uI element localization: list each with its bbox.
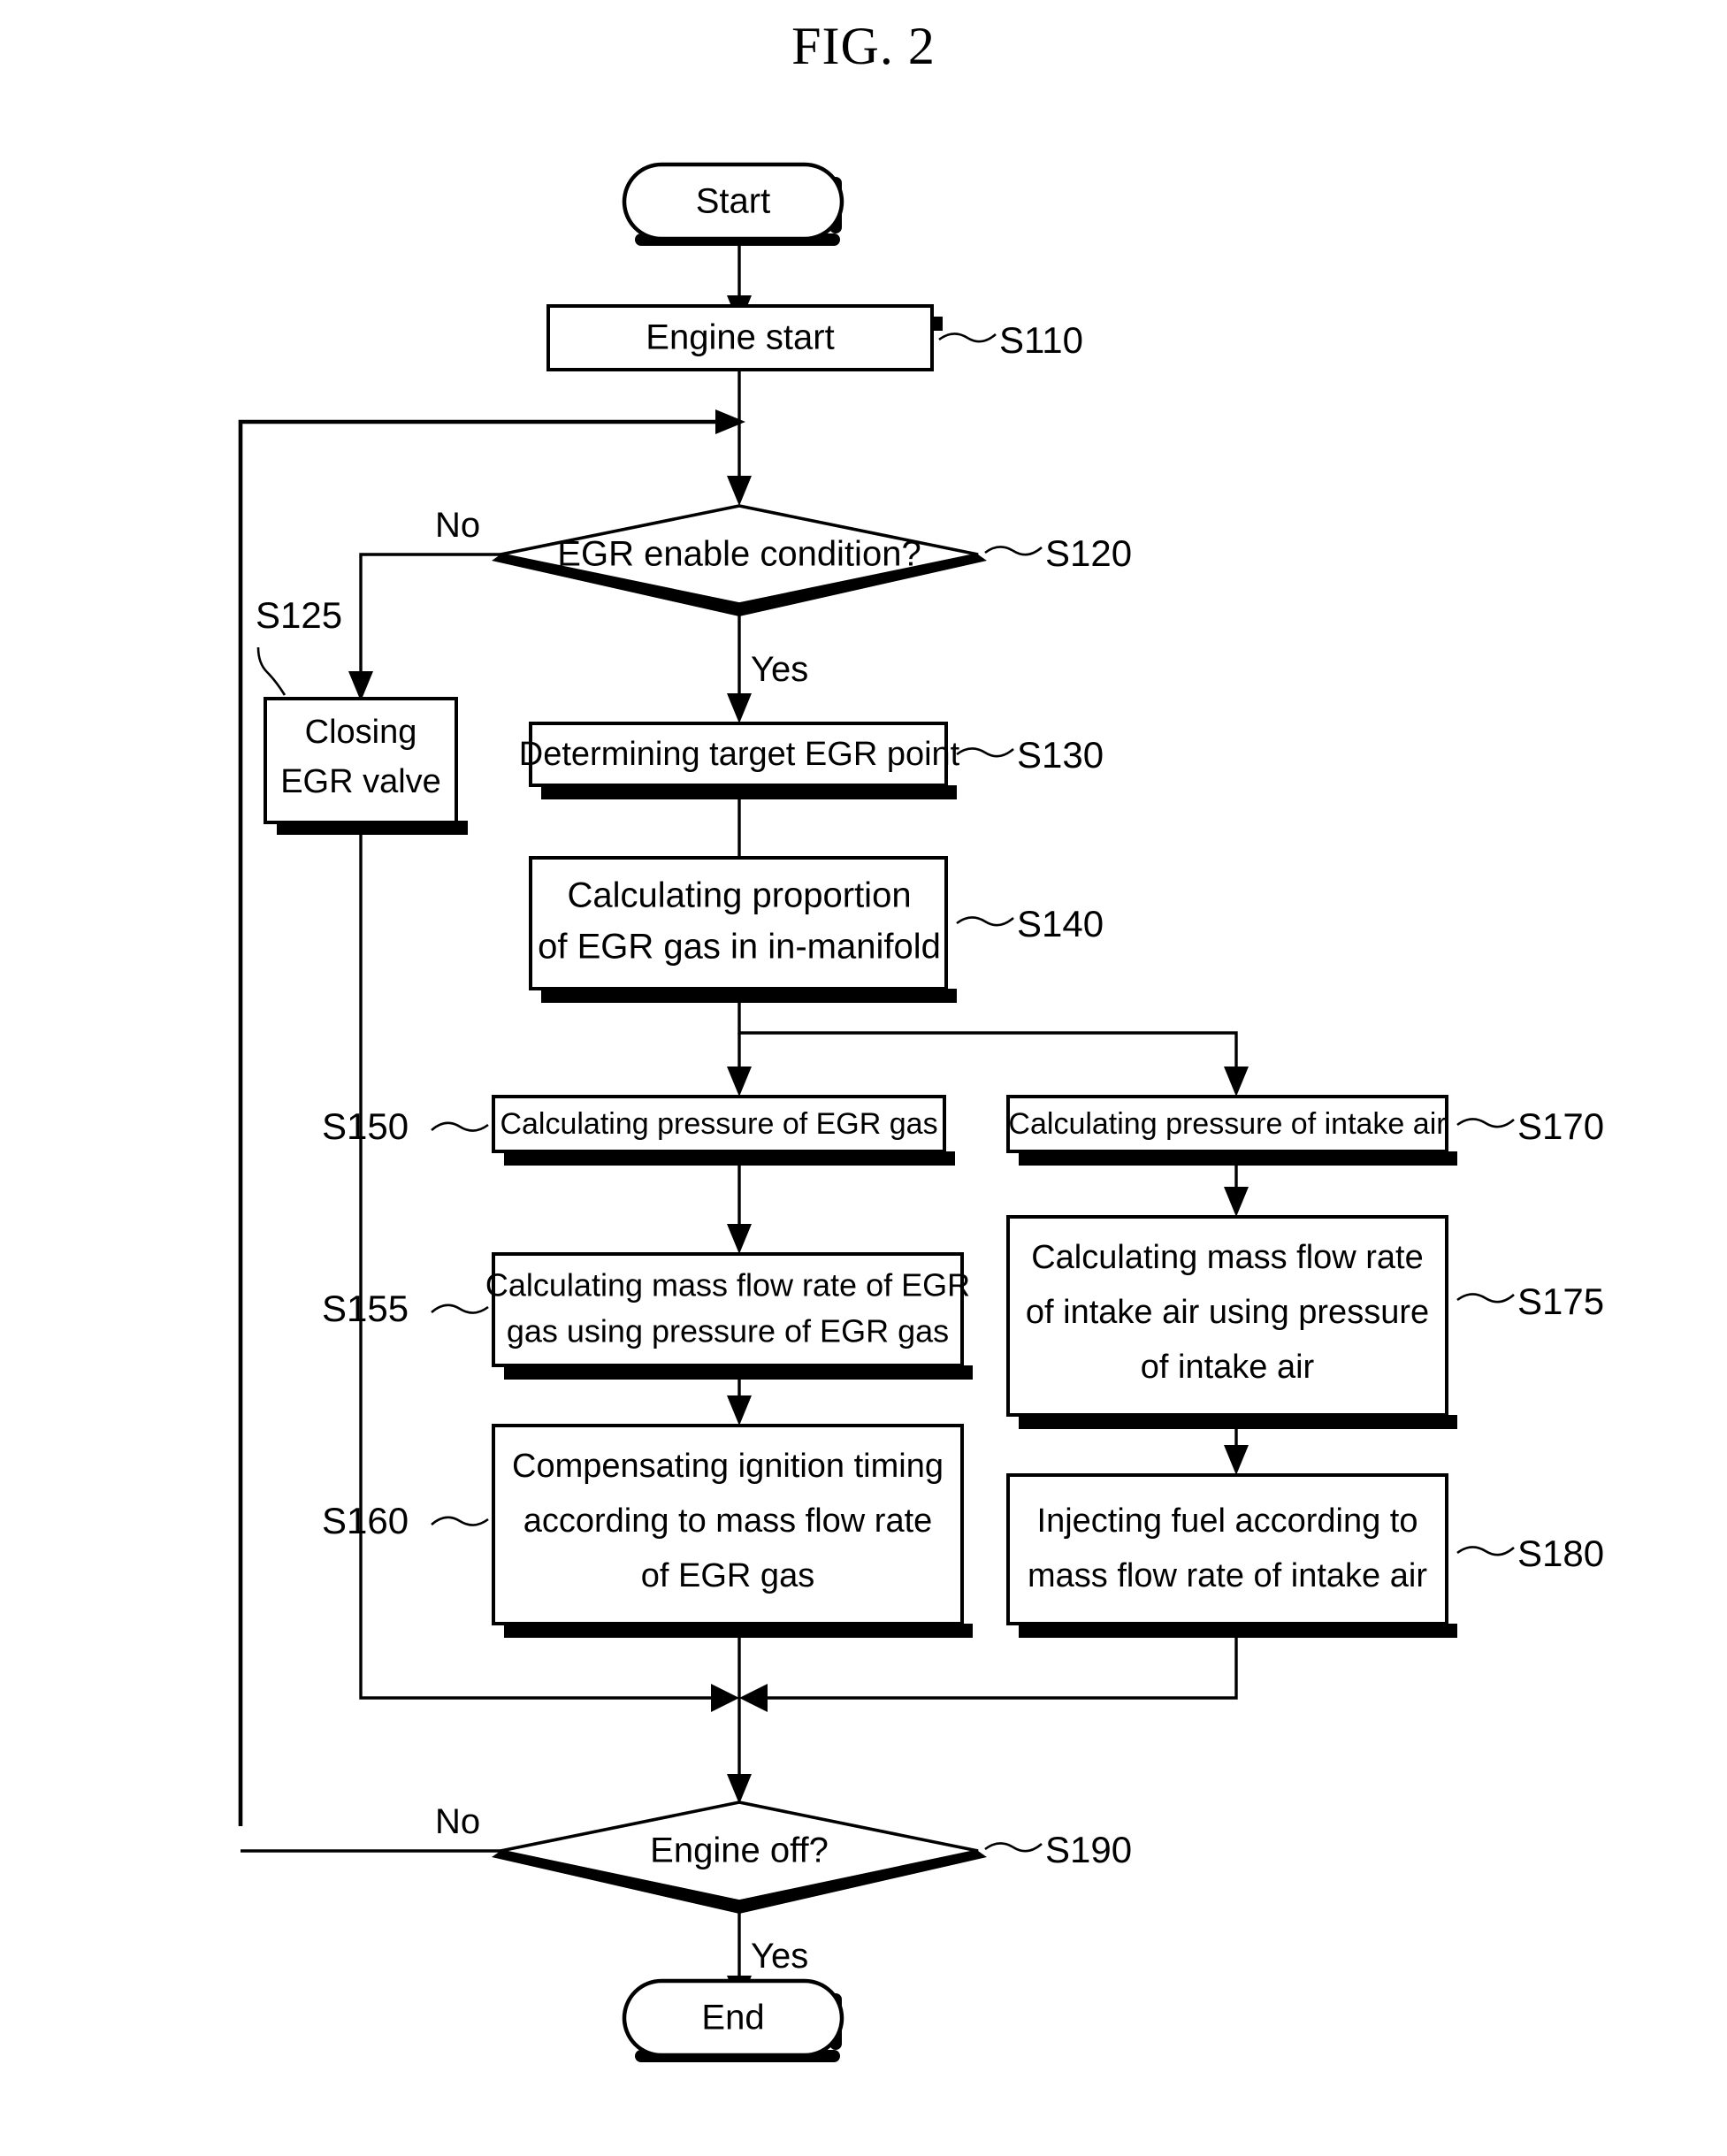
arrow-s170-to-s175 bbox=[1224, 1187, 1249, 1217]
s140-node: Calculating proportion of EGR gas in in-… bbox=[529, 856, 948, 990]
s175-ref: S175 bbox=[1517, 1281, 1604, 1322]
flowchart-canvas: Start Engine start S110 EGR enable condi… bbox=[238, 162, 1604, 2062]
s190-node-label: Engine off? bbox=[650, 1831, 829, 1870]
s175-node-label-line1: Calculating mass flow rate bbox=[1031, 1239, 1424, 1276]
s120-ref: S120 bbox=[1045, 532, 1132, 574]
s125-ref: S125 bbox=[256, 594, 342, 636]
end-node: End bbox=[622, 1978, 844, 2058]
s155-leader bbox=[431, 1304, 489, 1314]
s175-leader bbox=[1456, 1293, 1515, 1304]
arrow-s150-to-s155 bbox=[727, 1224, 752, 1254]
s110-ref: S110 bbox=[999, 319, 1083, 361]
s120-leader bbox=[984, 546, 1043, 556]
s155-node-label-line2: gas using pressure of EGR gas bbox=[507, 1313, 949, 1349]
arrow-s175-to-s180 bbox=[1224, 1445, 1249, 1475]
s120-node: EGR enable condition? bbox=[492, 504, 987, 616]
s170-leader bbox=[1456, 1118, 1515, 1128]
s190-no-label: No bbox=[435, 1802, 480, 1841]
s150-node: Calculating pressure of EGR gas bbox=[492, 1095, 946, 1153]
s140-node-label-line2: of EGR gas in in-manifold bbox=[538, 928, 941, 967]
s150-shadow bbox=[504, 1151, 955, 1166]
s140-shadow bbox=[541, 989, 957, 1003]
s140-ref: S140 bbox=[1017, 903, 1104, 944]
arrow-merge-right bbox=[739, 1684, 768, 1712]
s160-node-label-line1: Compensating ignition timing bbox=[512, 1448, 944, 1485]
s110-leader bbox=[938, 333, 997, 343]
s150-node-label: Calculating pressure of EGR gas bbox=[500, 1107, 937, 1141]
arrow-feedback-into-main bbox=[715, 409, 745, 434]
s110-node-label: Engine start bbox=[646, 318, 834, 357]
end-node-label: End bbox=[701, 1999, 764, 2037]
s150-ref: S150 bbox=[322, 1105, 409, 1147]
s155-node-label-line1: Calculating mass flow rate of EGR bbox=[485, 1267, 970, 1304]
s175-node: Calculating mass flow rate of intake air… bbox=[1006, 1215, 1448, 1417]
s175-node-label-line2: of intake air using pressure bbox=[1026, 1294, 1429, 1331]
s125-leader bbox=[256, 646, 287, 696]
s120-node-label: EGR enable condition? bbox=[557, 535, 921, 574]
arrow-to-s170 bbox=[1224, 1067, 1249, 1097]
s190-node: Engine off? bbox=[492, 1800, 987, 1914]
arrow-merge-left bbox=[711, 1684, 739, 1712]
s180-ref: S180 bbox=[1517, 1533, 1604, 1574]
s120-no-label: No bbox=[435, 506, 480, 545]
s130-shadow bbox=[541, 785, 957, 799]
arrow-s155-to-s160 bbox=[727, 1395, 752, 1426]
arrow-s120-yes-to-s130 bbox=[727, 693, 752, 723]
s130-node-label: Determining target EGR point bbox=[519, 736, 960, 773]
s175-node-label-line3: of intake air bbox=[1141, 1349, 1315, 1386]
s110-node: Engine start bbox=[546, 304, 934, 371]
arrow-to-s150 bbox=[727, 1067, 752, 1097]
s155-node: Calculating mass flow rate of EGR gas us… bbox=[485, 1252, 970, 1367]
s160-ref: S160 bbox=[322, 1500, 409, 1541]
s190-yes-label: Yes bbox=[751, 1937, 808, 1976]
s180-node: Injecting fuel according to mass flow ra… bbox=[1006, 1473, 1448, 1625]
s180-node-label-line2: mass flow rate of intake air bbox=[1028, 1557, 1427, 1594]
s125-node-label-line1: Closing bbox=[305, 714, 417, 751]
s180-node-label-line1: Injecting fuel according to bbox=[1037, 1502, 1418, 1540]
s180-leader bbox=[1456, 1546, 1515, 1556]
s175-shadow bbox=[1019, 1415, 1457, 1429]
s155-ref: S155 bbox=[322, 1288, 409, 1329]
s160-node: Compensating ignition timing according t… bbox=[492, 1424, 964, 1625]
s125-node-label-line2: EGR valve bbox=[280, 763, 441, 800]
start-node-label: Start bbox=[696, 182, 770, 221]
s125-node: Closing EGR valve bbox=[264, 697, 458, 824]
s190-leader bbox=[984, 1842, 1043, 1853]
start-node: Start bbox=[622, 162, 844, 241]
s150-leader bbox=[431, 1121, 489, 1132]
arrow-s120-no-to-s125 bbox=[348, 671, 373, 701]
figure-page: FIG. 2 Start Engine start S110 EGR enabl… bbox=[0, 0, 1727, 2156]
s140-node-label-line1: Calculating proportion bbox=[567, 876, 911, 915]
s160-node-label-line2: according to mass flow rate bbox=[523, 1502, 933, 1540]
s180-shadow bbox=[1019, 1624, 1457, 1638]
s130-node: Determining target EGR point bbox=[519, 722, 960, 787]
s170-node-label: Calculating pressure of intake air bbox=[1008, 1107, 1446, 1141]
arrow-merge-to-s190 bbox=[727, 1774, 752, 1804]
s140-leader bbox=[956, 916, 1014, 927]
s130-ref: S130 bbox=[1017, 734, 1104, 776]
s190-ref: S190 bbox=[1045, 1829, 1132, 1870]
s130-leader bbox=[956, 747, 1014, 758]
arrow-s110-to-s120 bbox=[727, 476, 752, 506]
s160-node-label-line3: of EGR gas bbox=[641, 1557, 814, 1594]
s170-shadow bbox=[1019, 1151, 1457, 1166]
s120-yes-label: Yes bbox=[751, 650, 808, 689]
s170-ref: S170 bbox=[1517, 1105, 1604, 1147]
s160-leader bbox=[431, 1516, 489, 1526]
s170-node: Calculating pressure of intake air bbox=[1006, 1095, 1448, 1153]
